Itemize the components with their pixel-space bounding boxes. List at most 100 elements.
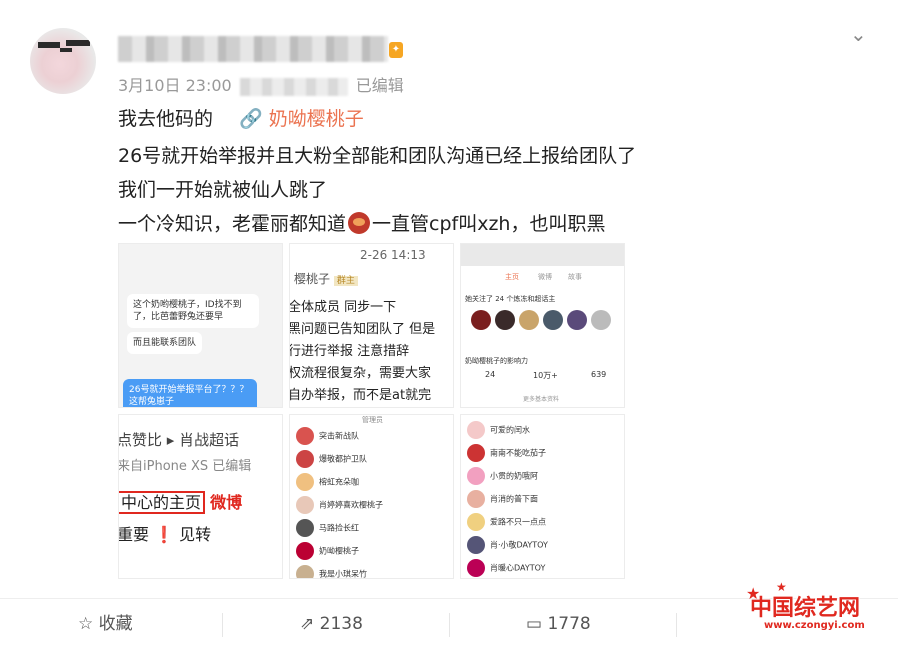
power-text: 奶呦樱桃子的影响力	[465, 357, 528, 365]
screenshot-text: 重要 ❗ 见转	[118, 525, 212, 544]
list-header: 管理员	[362, 416, 383, 424]
list-item: 突击新战队	[296, 427, 359, 447]
row-label: 奶呦樱桃子	[319, 546, 359, 556]
avatar	[467, 513, 485, 531]
avatar	[296, 542, 314, 560]
screenshot-text: 中心的主页 微博	[119, 489, 243, 514]
list-item: 我是小琪呆竹	[296, 565, 367, 579]
chat-text: 自办举报，而不是at就完	[289, 388, 432, 403]
row-label: 马路捡长红	[319, 523, 359, 533]
divider	[222, 613, 223, 637]
avatar	[296, 565, 314, 578]
weibo-text: 微博	[210, 493, 243, 512]
list-item: 榕虹充朵咖	[296, 473, 359, 493]
site-watermark: ★ ★ 中国综艺网 www.czongyi.com	[746, 580, 884, 638]
avatar	[467, 490, 485, 508]
watermark-title: 中国综艺网	[750, 595, 861, 621]
post-text: 一直管cpf叫xzh，也叫职黑	[372, 213, 606, 235]
list-item: 肖·小敬DAYTOY	[467, 536, 548, 556]
avatar	[467, 559, 485, 577]
row-label: 我是小琪呆竹	[319, 569, 367, 579]
image-thumbnail-2[interactable]: 2-26 14:13 樱桃子 群主 全体成员 同步一下 黑问题已告知团队了 但是…	[289, 243, 454, 408]
divider	[676, 613, 677, 637]
avatar	[296, 450, 314, 468]
post-line-4: 一个冷知识，老霍丽都知道 一直管cpf叫xzh，也叫职黑	[118, 209, 605, 236]
chevron-down-icon[interactable]: ⌄	[850, 24, 870, 44]
collect-label: 收藏	[98, 614, 133, 634]
list-item: 南南不能吃茄子	[467, 444, 546, 464]
avatar	[543, 310, 563, 330]
repost-count: 2138	[319, 614, 363, 634]
avatar	[567, 310, 587, 330]
row-label: 突击新战队	[319, 431, 359, 441]
chat-text: 行进行举报 注意措辞	[289, 344, 410, 359]
post-text: 我去他码的	[118, 108, 214, 130]
image-thumbnail-6[interactable]: 可爱的闰水 南南不能吃茄子 小贯的奶哦阿 肖消的普下面 爱路不只一点点 肖·小敬…	[460, 414, 625, 579]
image-thumbnail-1[interactable]: 这个奶哟樱桃子，ID找不到了，比芭蕾野兔还要早 而且能联系团队 26号就开始举报…	[118, 243, 283, 408]
user-avatar[interactable]	[30, 28, 96, 94]
vip-badge-icon: ✦	[389, 42, 403, 58]
post-timestamp[interactable]: 3月10日 23:00	[118, 76, 232, 95]
chat-bubble: 这个奶哟樱桃子，ID找不到了，比芭蕾野兔还要早	[127, 294, 259, 328]
stat: 24	[485, 370, 496, 379]
avatar	[467, 444, 485, 462]
owner-badge: 群主	[333, 276, 358, 286]
row-label: 南南不能吃茄子	[490, 448, 546, 458]
list-item: 爱路不只一点点	[467, 513, 546, 533]
row-label: 肖暖心DAYTOY	[490, 563, 546, 573]
image-thumbnail-5[interactable]: 管理员 突击新战队 爆敬都护卫队 榕虹充朵咖 肖婷婷喜欢樱桃子 马路捡长红 奶呦…	[289, 414, 454, 579]
watermark-url: www.czongyi.com	[764, 620, 865, 631]
blurred-source	[239, 77, 348, 96]
chat-bubble: 26号就开始举报平台了？？？这帮兔崽子	[123, 379, 257, 407]
avatar	[467, 421, 485, 439]
post-line-1: 我去他码的 🔗 奶呦樱桃子	[118, 104, 364, 131]
repost-button[interactable]: ⇗ 2138	[300, 599, 363, 650]
list-item: 爆敬都护卫队	[296, 450, 367, 470]
tab: 微博	[538, 273, 552, 281]
divider	[449, 613, 450, 637]
chat-sender: 樱桃子 群主	[294, 270, 358, 287]
avatar	[471, 310, 491, 330]
row-label: 爱路不只一点点	[490, 517, 546, 527]
screenshot-text: 点赞比 ▸ 肖战超话	[118, 431, 240, 449]
chat-time: 2-26 14:13	[360, 248, 426, 262]
image-thumbnail-3[interactable]: 主页 微博 故事 她关注了 24 个炼冻和超话主 奶呦樱桃子的影响力 24 10…	[460, 243, 625, 408]
stat: 639	[591, 370, 607, 379]
emoji-icon	[348, 212, 371, 234]
chat-text: 黑问题已告知团队了 但是	[289, 322, 436, 337]
chat-bubble: 而且能联系团队	[127, 332, 203, 354]
avatar	[296, 519, 314, 537]
image-thumbnail-4[interactable]: 点赞比 ▸ 肖战超话 来自iPhone XS 已编辑 中心的主页 微博 重要 ❗…	[118, 414, 283, 579]
list-item: 肖暖心DAYTOY	[467, 559, 546, 578]
collect-button[interactable]: ☆ 收藏	[78, 599, 133, 650]
mention-link[interactable]: 🔗 奶呦樱桃子	[239, 108, 364, 130]
comment-icon: ▭	[526, 614, 543, 634]
list-item: 奶呦樱桃子	[296, 542, 359, 562]
stat: 10万+	[533, 371, 558, 380]
post-line-2: 26号就开始举报并且大粉全部能和团队沟通已经上报给团队了	[118, 145, 637, 167]
avatar-detail	[38, 42, 60, 48]
avatar-detail	[66, 40, 90, 46]
sender-name: 樱桃子	[294, 272, 331, 286]
row-label: 榕虹充朵咖	[319, 477, 359, 487]
row-label: 爆敬都护卫队	[319, 454, 367, 464]
row-label: 肖消的普下面	[490, 494, 538, 504]
chat-text: 全体成员 同步一下	[289, 300, 397, 315]
edited-label[interactable]: 已编辑	[356, 76, 404, 95]
mention-label: 奶呦樱桃子	[268, 108, 364, 130]
row-label: 肖·小敬DAYTOY	[490, 540, 548, 550]
blurred-username[interactable]	[118, 36, 388, 62]
star-icon: ☆	[78, 614, 94, 634]
list-item: 可爱的闰水	[467, 421, 530, 441]
repost-icon: ⇗	[300, 614, 315, 634]
avatar	[495, 310, 515, 330]
avatar	[467, 467, 485, 485]
avatar	[296, 496, 314, 514]
more-info: 更多基本资料	[523, 396, 560, 403]
avatar-detail	[60, 48, 72, 52]
avatar	[296, 473, 314, 491]
comment-button[interactable]: ▭ 1778	[526, 599, 591, 650]
comment-count: 1778	[547, 614, 591, 634]
row-label: 小贯的奶哦阿	[490, 471, 538, 481]
screenshot-text: 来自iPhone XS 已编辑	[118, 459, 252, 474]
